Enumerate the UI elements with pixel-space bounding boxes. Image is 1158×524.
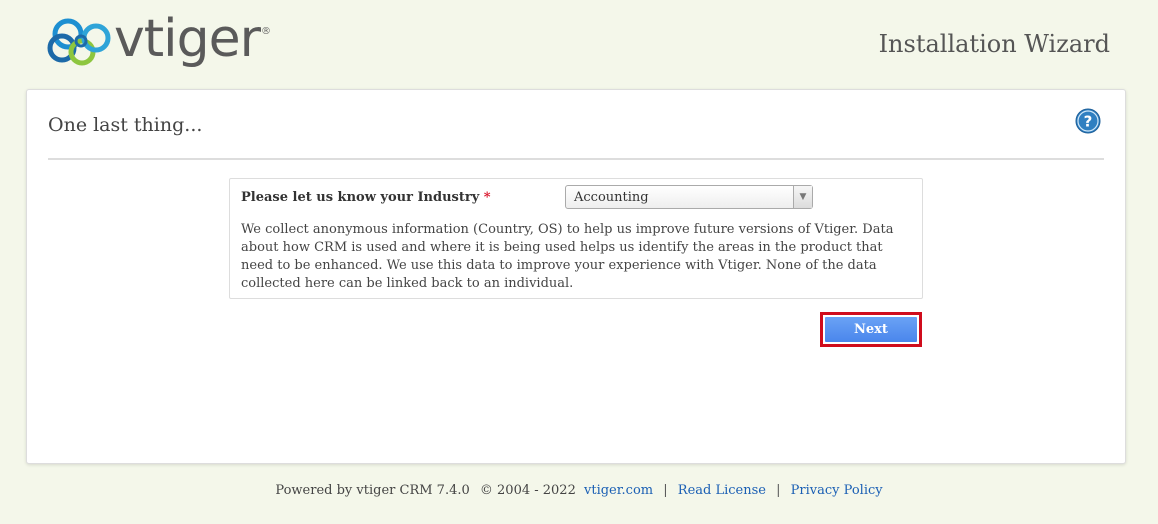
vtiger-logo: vtiger ®: [46, 10, 271, 72]
read-license-link[interactable]: Read License: [678, 483, 766, 498]
panel-heading: One last thing...: [48, 114, 203, 136]
copyright-text: © 2004 - 2022: [479, 483, 576, 498]
next-button-label[interactable]: Next: [825, 317, 917, 342]
chevron-down-icon[interactable]: ▼: [793, 186, 812, 208]
question-circle-icon[interactable]: ?: [1075, 108, 1101, 134]
powered-by-text: Powered by vtiger CRM 7.4.0: [275, 483, 470, 498]
privacy-policy-link[interactable]: Privacy Policy: [791, 483, 883, 498]
footer-separator: |: [663, 483, 668, 498]
privacy-info-text: We collect anonymous information (Countr…: [241, 222, 894, 291]
installation-page: vtiger ® Installation Wizard One last th…: [0, 0, 1158, 524]
industry-select-value: Accounting: [574, 190, 649, 205]
vtiger-site-link[interactable]: vtiger.com: [584, 483, 653, 498]
registered-mark: ®: [261, 26, 271, 37]
main-panel: One last thing... ? Please let us know y…: [26, 89, 1126, 464]
footer: Powered by vtiger CRM 7.4.0 © 2004 - 202…: [0, 483, 1158, 498]
logo-text: vtiger: [114, 9, 261, 69]
next-button[interactable]: Next: [820, 312, 922, 347]
required-mark: *: [483, 190, 491, 205]
footer-separator: |: [776, 483, 781, 498]
svg-text:?: ?: [1084, 113, 1093, 131]
industry-form: Please let us know your Industry * Accou…: [229, 178, 923, 299]
wizard-title: Installation Wizard: [878, 30, 1110, 58]
industry-select[interactable]: Accounting ▼: [565, 185, 813, 209]
industry-label-text: Please let us know your Industry: [241, 190, 480, 205]
industry-label: Please let us know your Industry *: [241, 190, 491, 205]
heading-divider: [48, 158, 1104, 160]
vtiger-logo-icon: [47, 18, 111, 66]
